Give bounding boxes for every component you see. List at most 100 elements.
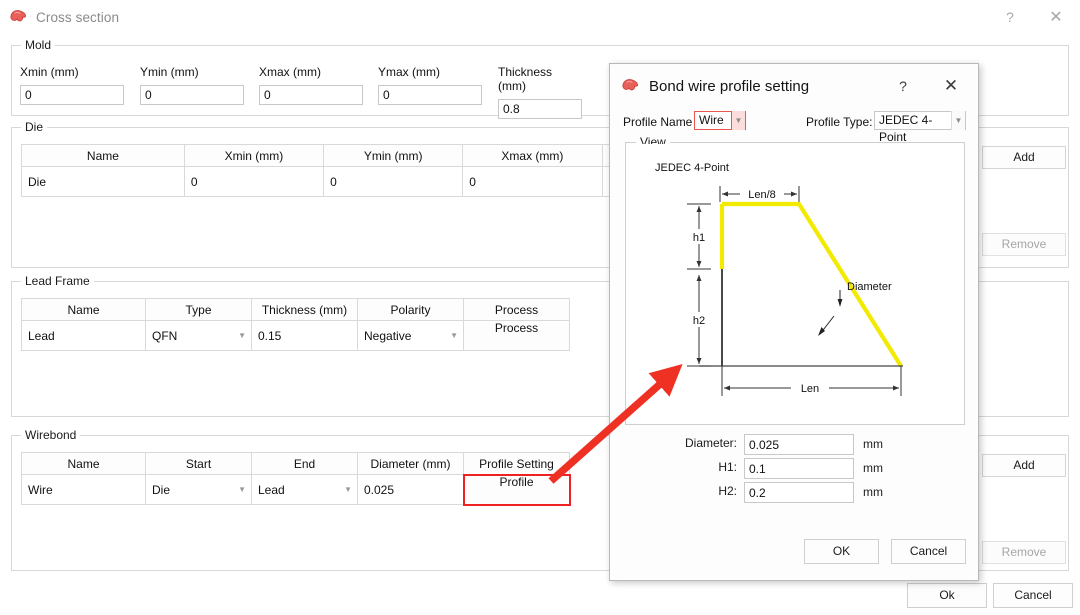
field-ymax: Ymax (mm): [378, 65, 482, 105]
dialog-help-icon[interactable]: ?: [890, 64, 916, 108]
lead-frame-table-header-row: Name Type Thickness (mm) Polarity Proces…: [22, 299, 570, 321]
profile-diagram-svg: JEDEC 4-Point Len/8: [627, 144, 965, 425]
h2-label: H2:: [718, 484, 737, 498]
diameter-row: Diameter: mm: [744, 434, 854, 455]
view-group: View JEDEC 4-Point Len/8: [625, 142, 965, 425]
xmax-input[interactable]: [259, 85, 363, 105]
wire-end-select[interactable]: Lead ▼: [252, 475, 358, 505]
die-cell-xmin[interactable]: 0: [184, 167, 323, 197]
cross-section-window: Cross section ? ✕ Mold Xmin (mm) Ymin (m…: [0, 0, 1080, 615]
h2-row: H2: mm: [744, 482, 854, 503]
main-cancel-button[interactable]: Cancel: [993, 583, 1073, 608]
die-col-xmax: Xmax (mm): [463, 145, 602, 167]
diagram-h2-label: h2: [693, 315, 705, 327]
thickness-input[interactable]: [498, 99, 582, 119]
lead-col-process: Process: [464, 299, 570, 321]
diameter-input[interactable]: [744, 434, 854, 455]
wirebond-add-button[interactable]: Add: [982, 454, 1066, 477]
lead-col-name: Name: [22, 299, 146, 321]
dialog-cancel-button[interactable]: Cancel: [891, 539, 966, 564]
wire-start-select[interactable]: Die ▼: [146, 475, 252, 505]
profile-type-label: Profile Type:: [806, 115, 872, 129]
h1-unit: mm: [863, 461, 883, 475]
table-row[interactable]: Lead QFN ▼ 0.15 Negative ▼ Process: [22, 321, 570, 351]
lead-frame-table: Name Type Thickness (mm) Polarity Proces…: [21, 298, 570, 351]
field-ymin-label: Ymin (mm): [140, 65, 244, 79]
close-icon[interactable]: ✕: [1032, 0, 1080, 34]
ymin-input[interactable]: [140, 85, 244, 105]
h1-row: H1: mm: [744, 458, 854, 479]
lead-col-type: Type: [146, 299, 252, 321]
wire-end-value: Lead: [258, 483, 285, 497]
wire-cell-name[interactable]: Wire: [22, 475, 146, 505]
wirebond-group-legend: Wirebond: [21, 428, 80, 442]
field-xmin-label: Xmin (mm): [20, 65, 124, 79]
chevron-down-icon: ▼: [344, 486, 352, 494]
die-cell-xmax[interactable]: 0: [463, 167, 602, 197]
field-thickness: Thickness (mm): [498, 65, 582, 119]
wire-col-end: End: [252, 453, 358, 475]
main-ok-button[interactable]: Ok: [907, 583, 987, 608]
lead-process-cell[interactable]: Process: [464, 321, 570, 351]
wirebond-remove-button[interactable]: Remove: [982, 541, 1066, 564]
die-cell-name[interactable]: Die: [22, 167, 185, 197]
die-col-xmin: Xmin (mm): [184, 145, 323, 167]
help-icon[interactable]: ?: [988, 0, 1032, 34]
app-icon: [9, 8, 28, 26]
chevron-down-icon: ▼: [238, 332, 246, 340]
die-add-button[interactable]: Add: [982, 146, 1066, 169]
lead-cell-name[interactable]: Lead: [22, 321, 146, 351]
bond-wire-profile-dialog: Bond wire profile setting ? ✕ Profile Na…: [609, 63, 979, 581]
dialog-ok-button[interactable]: OK: [804, 539, 879, 564]
diameter-label: Diameter:: [685, 436, 737, 450]
die-remove-button[interactable]: Remove: [982, 233, 1066, 256]
h1-input[interactable]: [744, 458, 854, 479]
lead-polarity-select[interactable]: Negative ▼: [358, 321, 464, 351]
die-cell-ymin[interactable]: 0: [324, 167, 463, 197]
diagram-h1-label: h1: [693, 232, 705, 244]
lead-type-select[interactable]: QFN ▼: [146, 321, 252, 351]
chevron-down-icon: ▼: [450, 332, 458, 340]
profile-type-select[interactable]: JEDEC 4-Point ▼: [874, 111, 966, 130]
ymax-input[interactable]: [378, 85, 482, 105]
wire-col-diameter: Diameter (mm): [358, 453, 464, 475]
diameter-unit: mm: [863, 437, 883, 451]
xmin-input[interactable]: [20, 85, 124, 105]
h2-input[interactable]: [744, 482, 854, 503]
die-col-ymin: Ymin (mm): [324, 145, 463, 167]
lead-polarity-value: Negative: [364, 329, 411, 343]
wirebond-table: Name Start End Diameter (mm) Profile Set…: [21, 452, 570, 505]
lead-type-value: QFN: [152, 329, 177, 343]
profile-button[interactable]: Profile: [464, 475, 569, 504]
field-xmax-label: Xmax (mm): [259, 65, 363, 79]
profile-type-value: JEDEC 4-Point: [879, 113, 932, 144]
window-titlebar: Cross section ? ✕: [0, 0, 1080, 34]
profile-name-select[interactable]: Wire ▼: [694, 111, 746, 130]
dialog-titlebar: Bond wire profile setting ? ✕: [610, 64, 978, 108]
chevron-down-icon: ▼: [951, 111, 965, 130]
lead-col-thickness: Thickness (mm): [252, 299, 358, 321]
field-thickness-label: Thickness (mm): [498, 65, 582, 93]
field-xmax: Xmax (mm): [259, 65, 363, 105]
field-xmin: Xmin (mm): [20, 65, 124, 105]
chevron-down-icon: ▼: [731, 111, 745, 130]
mold-group-legend: Mold: [21, 38, 55, 52]
lead-cell-thickness[interactable]: 0.15: [252, 321, 358, 351]
process-button[interactable]: Process: [464, 321, 569, 350]
wire-profile-cell[interactable]: Profile: [464, 475, 570, 505]
wire-start-value: Die: [152, 483, 170, 497]
table-row[interactable]: Wire Die ▼ Lead ▼ 0.025 Profile: [22, 475, 570, 505]
dialog-close-icon[interactable]: ✕: [936, 64, 966, 108]
wire-col-name: Name: [22, 453, 146, 475]
app-icon: [621, 77, 640, 95]
diagram-diameter-label: Diameter: [847, 281, 892, 293]
wire-cell-diameter[interactable]: 0.025: [358, 475, 464, 505]
window-controls: ? ✕: [988, 0, 1080, 34]
lead-col-polarity: Polarity: [358, 299, 464, 321]
chevron-down-icon: ▼: [238, 486, 246, 494]
profile-name-value: Wire: [699, 113, 724, 127]
diagram-caption: JEDEC 4-Point: [655, 162, 729, 174]
field-ymax-label: Ymax (mm): [378, 65, 482, 79]
profile-diagram: JEDEC 4-Point Len/8: [627, 144, 963, 423]
die-col-name: Name: [22, 145, 185, 167]
